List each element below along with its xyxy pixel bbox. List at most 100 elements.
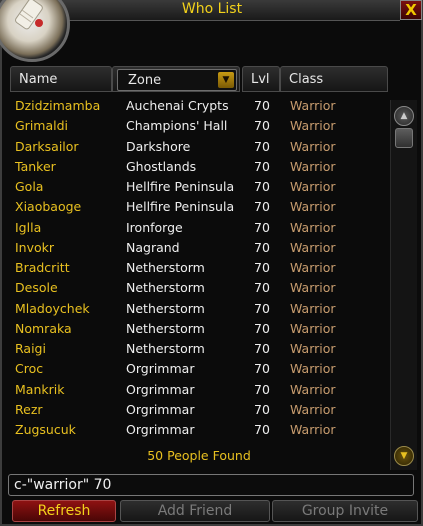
list-item[interactable]: Darksailor Darkshore 70 Warrior xyxy=(10,137,388,157)
list-item[interactable]: Mladoychek Netherstorm 70 Warrior xyxy=(10,299,388,319)
player-level: 70 xyxy=(254,158,270,174)
player-class: Warrior xyxy=(290,219,336,235)
player-name: Croc xyxy=(15,361,44,377)
list-item[interactable]: Mankrik Orgrimmar 70 Warrior xyxy=(10,380,388,400)
player-level: 70 xyxy=(254,179,270,194)
player-name: Dzidzimamba xyxy=(15,98,101,113)
player-level: 70 xyxy=(254,361,270,377)
player-name: Mankrik xyxy=(15,381,65,397)
player-level: 70 xyxy=(254,118,270,134)
player-zone: Nagrand xyxy=(126,239,180,255)
player-class: Warrior xyxy=(290,361,336,377)
list-item[interactable]: Invokr Nagrand 70 Warrior xyxy=(10,238,388,258)
player-class: Warrior xyxy=(290,320,336,336)
list-item[interactable]: Rezr Orgrimmar 70 Warrior xyxy=(10,400,388,420)
player-zone: Orgrimmar xyxy=(126,422,195,437)
player-name: Bradcritt xyxy=(15,260,70,275)
who-search-input[interactable]: c-"warrior" 70 xyxy=(8,474,414,496)
player-zone: Netherstorm xyxy=(126,341,205,356)
player-level: 70 xyxy=(254,219,270,235)
chevron-down-icon[interactable]: ▼ xyxy=(218,72,234,88)
player-class: Warrior xyxy=(290,179,336,194)
player-class: Warrior xyxy=(290,381,336,397)
list-item[interactable]: Grimaldi Champions' Hall 70 Warrior xyxy=(10,116,388,136)
list-item[interactable]: Iglla Ironforge 70 Warrior xyxy=(10,218,388,238)
player-name: Mladoychek xyxy=(15,300,90,316)
scroll-thumb[interactable] xyxy=(395,128,413,148)
list-item[interactable]: Croc Orgrimmar 70 Warrior xyxy=(10,359,388,379)
player-zone: Auchenai Crypts xyxy=(126,98,229,113)
player-name: Raigi xyxy=(15,341,46,356)
list-item[interactable]: Tanker Ghostlands 70 Warrior xyxy=(10,157,388,177)
player-class: Warrior xyxy=(290,158,336,174)
player-name: Gola xyxy=(15,179,44,194)
player-class: Warrior xyxy=(290,260,336,275)
player-zone: Netherstorm xyxy=(126,280,205,296)
list-item[interactable]: Desole Netherstorm 70 Warrior xyxy=(10,278,388,298)
column-header-class[interactable]: Class xyxy=(280,66,388,92)
player-level: 70 xyxy=(254,260,270,275)
player-level: 70 xyxy=(254,341,270,356)
player-zone: Netherstorm xyxy=(126,300,205,316)
column-header-name[interactable]: Name xyxy=(10,66,112,92)
player-level: 70 xyxy=(254,381,270,397)
zone-dropdown[interactable]: Zone ▼ xyxy=(117,69,237,91)
list-item[interactable]: Raigi Netherstorm 70 Warrior xyxy=(10,339,388,359)
player-level: 70 xyxy=(254,422,270,437)
list-item[interactable]: Bradcritt Netherstorm 70 Warrior xyxy=(10,258,388,278)
list-item[interactable]: Xiaobaoge Hellfire Peninsula 70 Warrior xyxy=(10,197,388,217)
list-item[interactable]: Zugsucuk Orgrimmar 70 Warrior xyxy=(10,420,388,440)
player-class: Warrior xyxy=(290,118,336,134)
list-item[interactable]: Dzidzimamba Auchenai Crypts 70 Warrior xyxy=(10,96,388,116)
zone-dropdown-label: Zone xyxy=(128,73,162,88)
column-header-zone: Zone ▼ xyxy=(112,66,240,92)
player-level: 70 xyxy=(254,199,270,215)
group-invite-button[interactable]: Group Invite xyxy=(272,500,418,522)
portrait-icon xyxy=(0,0,70,62)
player-level: 70 xyxy=(254,98,270,113)
list-item[interactable]: Gola Hellfire Peninsula 70 Warrior xyxy=(10,177,388,197)
player-level: 70 xyxy=(254,239,270,255)
player-name: Darksailor xyxy=(15,138,79,154)
player-class: Warrior xyxy=(290,138,336,154)
player-name: Zugsucuk xyxy=(15,422,76,437)
player-level: 70 xyxy=(254,138,270,154)
refresh-button[interactable]: Refresh xyxy=(12,500,116,522)
player-name: Invokr xyxy=(15,239,55,255)
player-name: Tanker xyxy=(15,158,56,174)
player-name: Desole xyxy=(15,280,58,296)
player-class: Warrior xyxy=(290,341,336,356)
player-zone: Hellfire Peninsula xyxy=(126,179,235,194)
window-title: Who List xyxy=(181,1,243,17)
player-zone: Champions' Hall xyxy=(126,118,228,134)
list-item[interactable]: Nomraka Netherstorm 70 Warrior xyxy=(10,319,388,339)
list-scrollbar[interactable]: ▲ ▼ xyxy=(390,100,417,470)
add-friend-button[interactable]: Add Friend xyxy=(120,500,270,522)
player-zone: Ironforge xyxy=(126,219,183,235)
player-level: 70 xyxy=(254,401,270,417)
player-level: 70 xyxy=(254,300,270,316)
player-zone: Orgrimmar xyxy=(126,401,195,417)
player-zone: Ghostlands xyxy=(126,158,197,174)
player-class: Warrior xyxy=(290,401,336,417)
player-class: Warrior xyxy=(290,280,336,296)
player-zone: Netherstorm xyxy=(126,260,205,275)
player-class: Warrior xyxy=(290,239,336,255)
player-zone: Hellfire Peninsula xyxy=(126,199,235,215)
player-level: 70 xyxy=(254,320,270,336)
player-name: Rezr xyxy=(15,401,43,417)
who-list-window: Who List X Name Zone ▼ Lvl Class Dzidzim… xyxy=(0,0,423,526)
scroll-down-button[interactable]: ▼ xyxy=(394,446,414,466)
column-header-row: Name Zone ▼ Lvl Class xyxy=(10,66,418,92)
column-header-level[interactable]: Lvl xyxy=(242,66,280,92)
player-name: Iglla xyxy=(15,219,42,235)
close-button[interactable]: X xyxy=(400,0,422,20)
player-class: Warrior xyxy=(290,422,336,437)
player-zone: Orgrimmar xyxy=(126,381,195,397)
player-zone: Orgrimmar xyxy=(126,361,195,377)
scroll-up-button[interactable]: ▲ xyxy=(394,106,414,126)
player-name: Nomraka xyxy=(15,320,72,336)
player-zone: Darkshore xyxy=(126,138,191,154)
player-zone: Netherstorm xyxy=(126,320,205,336)
who-list: Dzidzimamba Auchenai Crypts 70 Warrior Grima… xyxy=(10,96,388,470)
